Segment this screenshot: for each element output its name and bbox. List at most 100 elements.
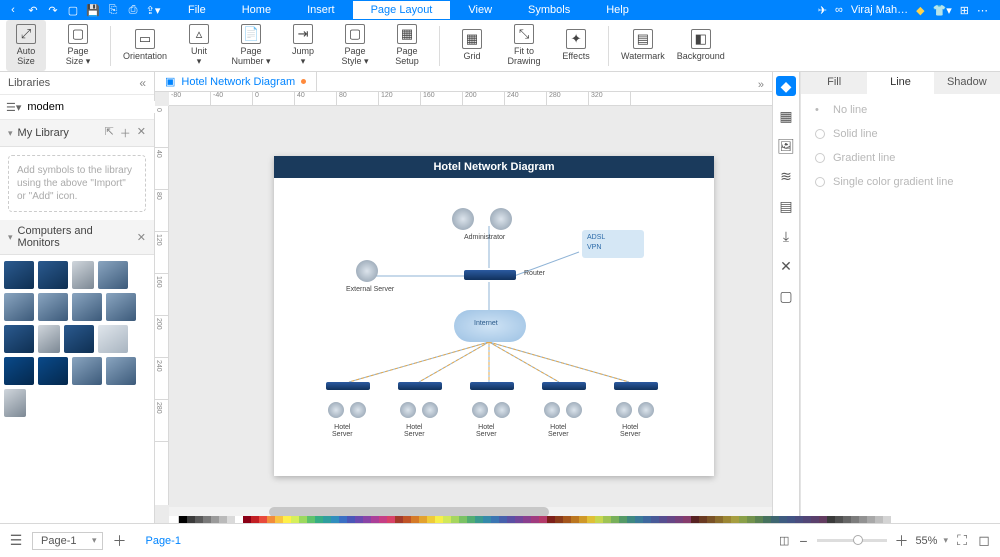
- color-swatch[interactable]: [771, 516, 779, 523]
- menu-insert[interactable]: Insert: [289, 1, 353, 19]
- color-swatch[interactable]: [667, 516, 675, 523]
- premium-icon[interactable]: ◆: [916, 4, 924, 17]
- node-hotel-pc[interactable]: [400, 402, 416, 418]
- zoom-out-icon[interactable]: −: [795, 533, 811, 549]
- style-tool-icon[interactable]: ◆: [776, 76, 796, 96]
- color-swatch[interactable]: [755, 516, 763, 523]
- ribbon-unit[interactable]: ▵Unit ▾: [179, 24, 219, 67]
- user-name[interactable]: Viraj Mah…: [851, 4, 908, 16]
- node-router[interactable]: [464, 270, 516, 280]
- color-swatch[interactable]: [739, 516, 747, 523]
- color-swatch[interactable]: [355, 516, 363, 523]
- ribbon-orientation[interactable]: ▭Orientation: [123, 29, 167, 62]
- color-swatch[interactable]: [339, 516, 347, 523]
- computers-section-header[interactable]: ▾ Computers and Monitors ✕: [0, 220, 154, 255]
- color-swatch[interactable]: [563, 516, 571, 523]
- shape-kiosk[interactable]: [4, 389, 26, 417]
- ribbon-page[interactable]: 📄Page Number ▾: [231, 24, 271, 67]
- color-swatch[interactable]: [851, 516, 859, 523]
- color-swatch[interactable]: [819, 516, 827, 523]
- ribbon-fit-to[interactable]: ⤡Fit to Drawing: [504, 24, 544, 67]
- color-swatch[interactable]: [299, 516, 307, 523]
- line-opt-3[interactable]: Single color gradient line: [815, 176, 986, 188]
- color-swatch[interactable]: [843, 516, 851, 523]
- export-icon[interactable]: ⇪▾: [146, 3, 160, 17]
- color-swatch[interactable]: [731, 516, 739, 523]
- node-hotel-db[interactable]: [422, 402, 438, 418]
- node-hotel-pc[interactable]: [472, 402, 488, 418]
- color-swatch[interactable]: [531, 516, 539, 523]
- document-tab[interactable]: ▣ Hotel Network Diagram: [155, 71, 317, 91]
- shape-monitor[interactable]: [4, 325, 34, 353]
- color-swatch[interactable]: [507, 516, 515, 523]
- page-tab[interactable]: Page-1: [135, 535, 190, 547]
- shape-tablet[interactable]: [4, 357, 34, 385]
- node-hotel-pc[interactable]: [544, 402, 560, 418]
- apps-icon[interactable]: ⊞: [960, 4, 969, 17]
- apps-tool-icon[interactable]: ▦: [776, 106, 796, 126]
- color-swatch[interactable]: [195, 516, 203, 523]
- shape-laptop[interactable]: [4, 293, 34, 321]
- redo-icon[interactable]: ↷: [46, 3, 60, 17]
- color-swatch[interactable]: [387, 516, 395, 523]
- color-swatch[interactable]: [283, 516, 291, 523]
- color-swatch[interactable]: [267, 516, 275, 523]
- line-opt-2[interactable]: Gradient line: [815, 152, 986, 164]
- color-swatch[interactable]: [579, 516, 587, 523]
- node-hotel-db[interactable]: [638, 402, 654, 418]
- line-opt-0[interactable]: •No line: [815, 104, 986, 116]
- color-swatch[interactable]: [371, 516, 379, 523]
- shuffle-tool-icon[interactable]: ✕: [776, 256, 796, 276]
- color-swatch[interactable]: [475, 516, 483, 523]
- menu-view[interactable]: View: [450, 1, 510, 19]
- node-ext-server[interactable]: [356, 260, 378, 282]
- node-admin-db[interactable]: [490, 208, 512, 230]
- export-tool-icon[interactable]: ⤓: [776, 226, 796, 246]
- page-select[interactable]: Page-1: [32, 532, 103, 550]
- line-opt-1[interactable]: Solid line: [815, 128, 986, 140]
- menu-symbols[interactable]: Symbols: [510, 1, 588, 19]
- color-swatch[interactable]: [467, 516, 475, 523]
- shape-monitor[interactable]: [4, 261, 34, 289]
- color-swatch[interactable]: [307, 516, 315, 523]
- node-hotel-switch[interactable]: [326, 382, 370, 390]
- right-tab-line[interactable]: Line: [867, 72, 933, 94]
- color-swatch[interactable]: [515, 516, 523, 523]
- save-icon[interactable]: 💾: [86, 3, 100, 17]
- color-swatch[interactable]: [427, 516, 435, 523]
- color-swatch[interactable]: [611, 516, 619, 523]
- ribbon-page[interactable]: ▢Page Style ▾: [335, 24, 375, 67]
- color-swatch[interactable]: [595, 516, 603, 523]
- node-admin-pc[interactable]: [452, 208, 474, 230]
- shape-pos[interactable]: [106, 357, 136, 385]
- fit-page-icon[interactable]: ◻: [976, 533, 992, 549]
- search-input[interactable]: [27, 101, 169, 113]
- color-swatch[interactable]: [451, 516, 459, 523]
- color-swatch[interactable]: [203, 516, 211, 523]
- ribbon-jump[interactable]: ⇥Jump ▾: [283, 24, 323, 67]
- save-as-icon[interactable]: ⎘: [106, 3, 120, 17]
- color-swatch[interactable]: [523, 516, 531, 523]
- color-swatch[interactable]: [603, 516, 611, 523]
- node-hotel-switch[interactable]: [614, 382, 658, 390]
- ribbon-page[interactable]: ▦Page Setup: [387, 24, 427, 67]
- color-swatch[interactable]: [723, 516, 731, 523]
- color-swatch[interactable]: [419, 516, 427, 523]
- color-swatch[interactable]: [795, 516, 803, 523]
- node-hotel-pc[interactable]: [328, 402, 344, 418]
- color-swatch[interactable]: [323, 516, 331, 523]
- shape-printer[interactable]: [98, 325, 128, 353]
- color-swatch[interactable]: [403, 516, 411, 523]
- ribbon-watermark[interactable]: ▤Watermark: [621, 29, 665, 62]
- color-swatch[interactable]: [187, 516, 195, 523]
- color-swatch[interactable]: [691, 516, 699, 523]
- node-hotel-pc[interactable]: [616, 402, 632, 418]
- shape-tablet[interactable]: [38, 357, 68, 385]
- mylibrary-section-header[interactable]: ▾ My Library ⇱ ＋ ✕: [0, 120, 154, 147]
- color-swatch[interactable]: [763, 516, 771, 523]
- color-swatch[interactable]: [835, 516, 843, 523]
- color-swatch[interactable]: [859, 516, 867, 523]
- add-page-icon[interactable]: ＋: [111, 533, 127, 549]
- color-swatch[interactable]: [875, 516, 883, 523]
- import-icon[interactable]: ⇱: [105, 125, 114, 141]
